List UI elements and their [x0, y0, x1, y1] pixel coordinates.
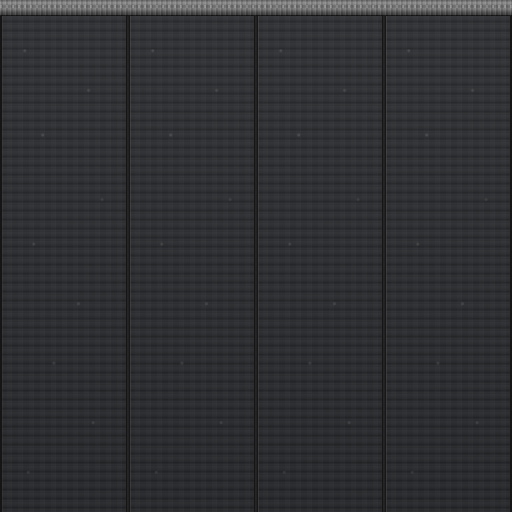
- panel-seam-3: [382, 16, 386, 512]
- top-metal-trim: [0, 0, 512, 16]
- panel-4: [384, 16, 512, 512]
- panel-2: [128, 16, 256, 512]
- panel-seam-2: [254, 16, 258, 512]
- metal-panel-texture: [0, 0, 512, 512]
- panel-seam-1: [126, 16, 130, 512]
- panel-1: [0, 16, 128, 512]
- panel-3: [256, 16, 384, 512]
- left-edge: [0, 16, 2, 512]
